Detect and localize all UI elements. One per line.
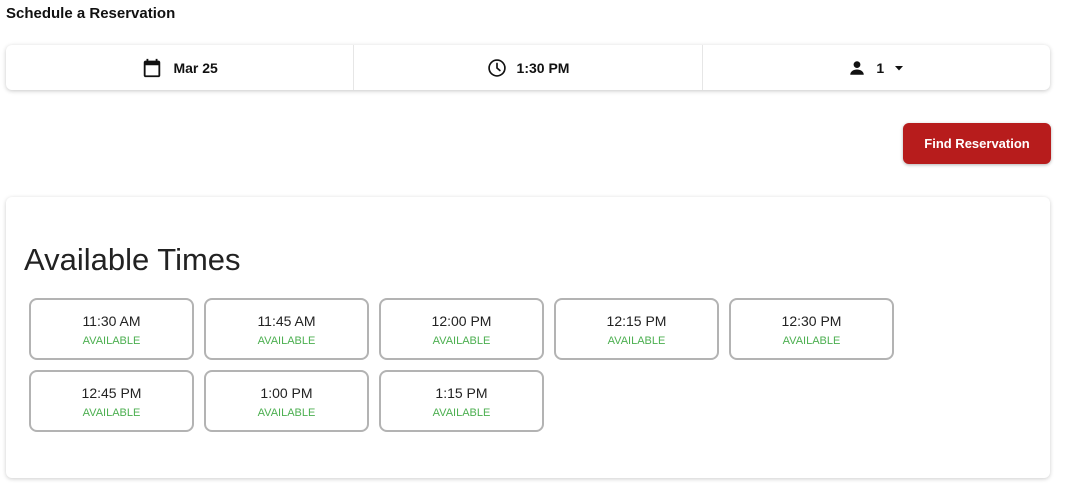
time-slot-button[interactable]: 12:15 PM AVAILABLE	[554, 298, 719, 360]
calendar-icon	[141, 57, 163, 79]
slot-status: AVAILABLE	[782, 334, 841, 347]
slot-status: AVAILABLE	[82, 406, 141, 419]
slot-time: 1:15 PM	[435, 384, 488, 401]
reservation-picker-bar: Mar 25 1:30 PM 1	[6, 45, 1050, 90]
slot-status: AVAILABLE	[432, 334, 491, 347]
clock-icon	[487, 58, 507, 78]
date-picker[interactable]: Mar 25	[6, 45, 353, 90]
available-times-card: Available Times 11:30 AM AVAILABLE 11:45 A…	[6, 197, 1050, 478]
slot-status: AVAILABLE	[432, 406, 491, 419]
slot-status: AVAILABLE	[257, 406, 316, 419]
slot-status: AVAILABLE	[607, 334, 666, 347]
slot-time: 12:45 PM	[81, 384, 142, 401]
time-value: 1:30 PM	[516, 59, 570, 76]
page-title: Schedule a Reservation	[6, 5, 176, 22]
time-slot-list: 11:30 AM AVAILABLE 11:45 AM AVAILABLE 12:00 …	[29, 298, 909, 432]
slot-time: 12:15 PM	[606, 312, 667, 329]
time-slot-button[interactable]: 12:45 PM AVAILABLE	[29, 370, 194, 432]
slot-status: AVAILABLE	[257, 334, 316, 347]
time-picker[interactable]: 1:30 PM	[353, 45, 701, 90]
time-slot-button[interactable]: 11:45 AM AVAILABLE	[204, 298, 369, 360]
available-times-heading: Available Times	[24, 242, 241, 277]
party-size-select[interactable]: 1	[701, 45, 1050, 90]
find-reservation-button[interactable]: Find Reservation	[903, 123, 1051, 164]
party-size-value: 1	[876, 59, 885, 76]
caret-down-icon	[894, 63, 904, 73]
slot-time: 11:45 AM	[257, 312, 316, 329]
slot-time: 1:00 PM	[260, 384, 313, 401]
time-slot-button[interactable]: 1:15 PM AVAILABLE	[379, 370, 544, 432]
slot-status: AVAILABLE	[82, 334, 141, 347]
slot-time: 12:00 PM	[431, 312, 492, 329]
date-value: Mar 25	[173, 59, 218, 76]
time-slot-button[interactable]: 1:00 PM AVAILABLE	[204, 370, 369, 432]
slot-time: 12:30 PM	[781, 312, 842, 329]
time-slot-button[interactable]: 12:30 PM AVAILABLE	[729, 298, 894, 360]
time-slot-button[interactable]: 12:00 PM AVAILABLE	[379, 298, 544, 360]
person-icon	[848, 59, 866, 77]
time-slot-button[interactable]: 11:30 AM AVAILABLE	[29, 298, 194, 360]
slot-time: 11:30 AM	[82, 312, 141, 329]
